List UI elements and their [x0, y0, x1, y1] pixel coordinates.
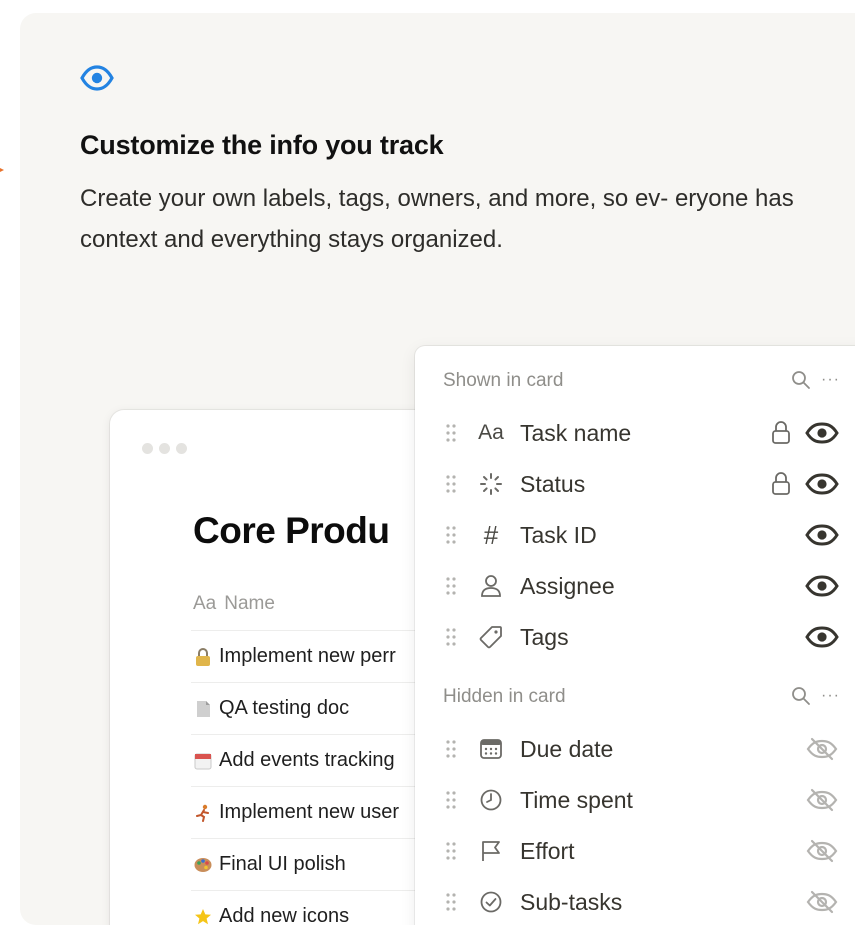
row-label: Final UI polish — [219, 853, 346, 875]
property-row-effort[interactable]: Effort — [415, 826, 855, 876]
eye-hidden-icon[interactable] — [805, 788, 839, 812]
eye-visible-icon[interactable] — [805, 421, 839, 445]
column-label: Name — [224, 593, 275, 614]
property-row-status[interactable]: Status — [415, 459, 855, 509]
lock-emoji-icon — [191, 647, 215, 667]
eye-hidden-icon[interactable] — [805, 737, 839, 761]
eye-hidden-icon[interactable] — [805, 890, 839, 914]
property-label: Task ID — [520, 521, 597, 548]
drag-handle-icon[interactable] — [445, 891, 457, 913]
eye-hidden-icon[interactable] — [805, 839, 839, 863]
more-icon[interactable]: ··· — [821, 371, 840, 389]
status-icon — [474, 469, 508, 499]
text-type-icon: Aa — [478, 421, 504, 444]
page-title: Core Produ — [193, 510, 390, 551]
feature-title: Customize the info you track — [80, 130, 444, 160]
window-dot — [176, 443, 187, 454]
row-label: Add events tracking — [219, 749, 395, 771]
property-label: Tags — [520, 623, 569, 650]
property-label: Assignee — [520, 572, 615, 599]
calendar-icon — [474, 734, 508, 764]
window-controls — [142, 443, 187, 454]
property-row-task-id[interactable]: # Task ID — [415, 510, 855, 560]
hidden-section-header: Hidden in card ··· — [443, 686, 855, 708]
drag-handle-icon[interactable] — [445, 738, 457, 760]
drag-handle-icon[interactable] — [445, 626, 457, 648]
drag-handle-icon[interactable] — [445, 575, 457, 597]
drag-handle-icon[interactable] — [445, 840, 457, 862]
window-dot — [142, 443, 153, 454]
window-dot — [159, 443, 170, 454]
eye-visible-icon[interactable] — [805, 574, 839, 598]
property-label: Status — [520, 470, 586, 497]
name-column-header[interactable]: Aa Name — [193, 593, 275, 615]
row-label: Implement new user — [219, 801, 400, 823]
property-row-sub-tasks[interactable]: Sub-tasks — [415, 877, 855, 925]
property-row-due-date[interactable]: Due date — [415, 724, 855, 774]
eye-icon — [80, 65, 114, 91]
more-icon[interactable]: ··· — [821, 687, 840, 705]
drag-handle-icon[interactable] — [445, 789, 457, 811]
hash-icon: # — [483, 519, 499, 550]
property-row-task-name[interactable]: Aa Task name — [415, 408, 855, 458]
text-type-label: Aa — [193, 593, 217, 614]
star-emoji-icon — [191, 907, 215, 925]
palette-emoji-icon — [191, 855, 215, 875]
person-icon — [474, 571, 508, 601]
property-row-time-spent[interactable]: Time spent — [415, 775, 855, 825]
row-label: QA testing doc — [219, 697, 350, 719]
search-icon[interactable] — [791, 370, 811, 390]
lock-icon — [772, 421, 790, 444]
hidden-section-label: Hidden in card — [443, 686, 566, 707]
page-emoji-icon — [191, 699, 215, 719]
feature-description: Create your own labels, tags, owners, an… — [80, 185, 794, 253]
property-row-tags[interactable]: Tags — [415, 612, 855, 662]
lock-icon — [772, 472, 790, 495]
flag-icon — [474, 836, 508, 866]
shown-section-label: Shown in card — [443, 370, 564, 391]
property-label: Time spent — [520, 786, 633, 813]
check-circle-icon — [474, 887, 508, 917]
search-icon[interactable] — [791, 686, 811, 706]
property-label: Effort — [520, 837, 575, 864]
property-label: Task name — [520, 419, 632, 446]
orange-pointer-icon — [0, 168, 4, 172]
calendar-emoji-icon — [191, 751, 215, 771]
shown-section-header: Shown in card ··· — [443, 370, 855, 392]
eye-visible-icon[interactable] — [805, 523, 839, 547]
property-label: Sub-tasks — [520, 888, 623, 915]
eye-visible-icon[interactable] — [805, 472, 839, 496]
row-label: Add new icons — [219, 905, 350, 925]
property-row-assignee[interactable]: Assignee — [415, 561, 855, 611]
row-label: Implement new perr — [219, 645, 396, 667]
eye-visible-icon[interactable] — [805, 625, 839, 649]
clock-icon — [474, 785, 508, 815]
drag-handle-icon[interactable] — [445, 422, 457, 444]
property-label: Due date — [520, 735, 614, 762]
tag-icon — [474, 622, 508, 652]
feature-panel: Customize the info you track Create your… — [20, 13, 855, 925]
card-properties-menu: Shown in card ··· Aa Task name Status # … — [415, 346, 855, 925]
runner-emoji-icon — [191, 803, 215, 823]
drag-handle-icon[interactable] — [445, 473, 457, 495]
drag-handle-icon[interactable] — [445, 524, 457, 546]
